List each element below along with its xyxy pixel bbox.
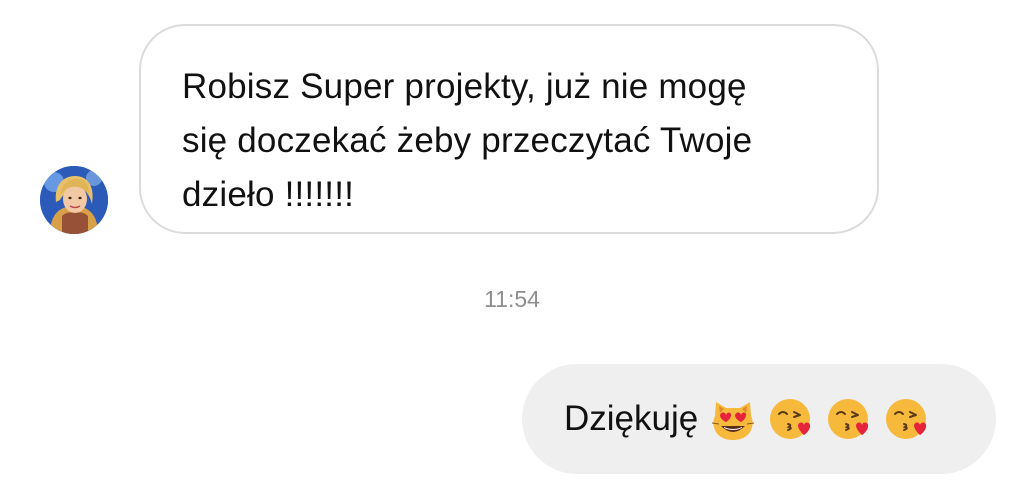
outgoing-message-bubble[interactable]: Dziękuję bbox=[522, 364, 996, 474]
incoming-message-bubble[interactable]: Robisz Super projekty, już nie mogę się … bbox=[139, 24, 879, 234]
message-timestamp: 11:54 bbox=[484, 286, 540, 312]
smiling-cat-heart-eyes-icon bbox=[710, 396, 756, 442]
message-thread: Robisz Super projekty, już nie mogę się … bbox=[0, 0, 1024, 489]
face-blowing-kiss-icon bbox=[768, 396, 814, 442]
sender-avatar[interactable] bbox=[40, 166, 108, 234]
incoming-message-line: dzieło !!!!!!! bbox=[182, 175, 355, 214]
incoming-message-line: się doczekać żeby przeczytać Twoje bbox=[182, 121, 753, 160]
face-blowing-kiss-icon bbox=[884, 396, 930, 442]
outgoing-message-text: Dziękuję bbox=[564, 399, 699, 438]
avatar-photo-icon bbox=[40, 166, 108, 234]
face-blowing-kiss-icon bbox=[826, 396, 872, 442]
incoming-message-line: Robisz Super projekty, już nie mogę bbox=[182, 67, 747, 106]
